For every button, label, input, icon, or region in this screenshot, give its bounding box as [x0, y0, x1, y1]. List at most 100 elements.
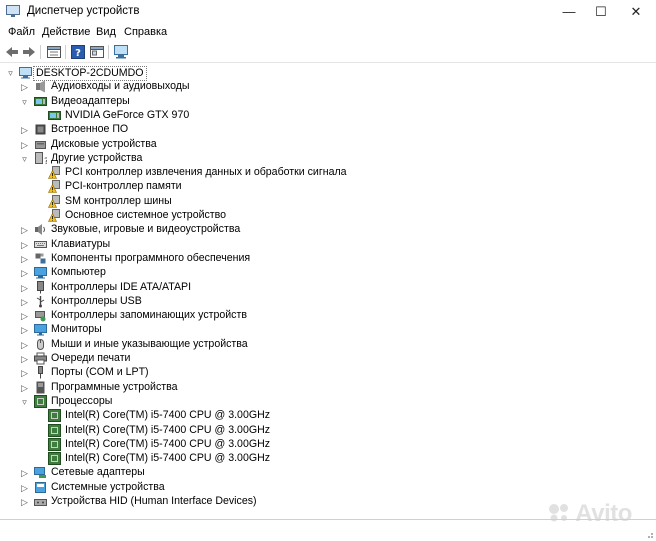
computer-icon [34, 267, 47, 279]
expand-arrow-icon[interactable]: ▷ [20, 81, 29, 93]
svg-text:?: ? [75, 48, 81, 59]
forward-icon[interactable] [21, 44, 37, 60]
resize-grip-icon[interactable] [644, 529, 654, 539]
tree-category[interactable]: ▷ Устройства HID (Human Interface Devices… [0, 495, 600, 509]
expand-arrow-icon[interactable]: ▷ [20, 482, 29, 494]
back-icon[interactable] [4, 44, 20, 60]
close-button[interactable]: ✕ [614, 0, 656, 24]
collapse-arrow-icon[interactable]: ▿ [20, 153, 29, 165]
display-adapter-icon [48, 110, 61, 120]
tree-category[interactable]: ▷ Звуковые, игровые и видеоустройства [0, 223, 600, 237]
collapse-arrow-icon[interactable]: ▿ [20, 96, 29, 108]
tree-device[interactable]: NVIDIA GeForce GTX 970 [0, 109, 600, 123]
tree-device[interactable]: Intel(R) Core(TM) i5-7400 CPU @ 3.00GHz [0, 423, 600, 438]
tree-device[interactable]: PCI контроллер извлечения данных и обраб… [0, 166, 600, 180]
collapse-arrow-icon[interactable]: ▿ [6, 67, 15, 79]
tree-item-label: Другие устройства [51, 151, 143, 164]
expand-arrow-icon[interactable]: ▷ [20, 339, 29, 351]
collapse-arrow-icon[interactable]: ▿ [20, 396, 29, 408]
display-adapter-icon [34, 96, 47, 106]
tree-category[interactable]: ▷ Клавиатуры [0, 238, 600, 252]
processor-icon [48, 423, 61, 437]
tree-category[interactable]: ▿? Другие устройства [0, 151, 600, 166]
tree-category[interactable]: ▷ Компоненты программного обеспечения [0, 252, 600, 266]
svg-text:?: ? [44, 157, 47, 165]
other-devices-icon: ? [35, 151, 47, 165]
help-icon[interactable]: ? [70, 44, 86, 60]
hid-icon [34, 499, 47, 506]
expand-arrow-icon[interactable]: ▷ [20, 496, 29, 508]
tree-device[interactable]: Intel(R) Core(TM) i5-7400 CPU @ 3.00GHz [0, 409, 600, 423]
tree-category[interactable]: ▿ Процессоры [0, 394, 600, 409]
tree-category[interactable]: ▷ Порты (COM и LPT) [0, 366, 600, 380]
tree-category[interactable]: ▷ Встроенное ПО [0, 123, 600, 137]
expand-arrow-icon[interactable]: ▷ [20, 367, 29, 379]
menu-file[interactable]: Файл [8, 26, 35, 38]
expand-arrow-icon[interactable]: ▷ [20, 310, 29, 322]
tree-category[interactable]: ▿ Видеоадаптеры [0, 95, 600, 109]
system-device-icon [35, 481, 46, 493]
expand-arrow-icon[interactable]: ▷ [20, 324, 29, 336]
expand-arrow-icon[interactable]: ▷ [20, 382, 29, 394]
scan-hardware-icon[interactable] [113, 44, 129, 60]
tree-item-label: Сетевые адаптеры [51, 466, 145, 479]
expand-arrow-icon[interactable]: ▷ [20, 296, 29, 308]
disk-drive-icon [35, 140, 46, 149]
expand-arrow-icon[interactable]: ▷ [20, 267, 29, 279]
expand-arrow-icon[interactable]: ▷ [20, 139, 29, 151]
watermark-text: Avito [575, 500, 632, 527]
tree-category[interactable]: ▷ Аудиовходы и аудиовыходы [0, 80, 600, 94]
menu-view[interactable]: Вид [96, 26, 116, 38]
tree-item-label: SM контроллер шины [65, 194, 172, 207]
tree-category[interactable]: ▷ Мыши и иные указывающие устройства [0, 338, 600, 352]
menu-action[interactable]: Действие [42, 26, 90, 38]
menu-help[interactable]: Справка [124, 26, 167, 38]
tree-category[interactable]: ▷ Системные устройства [0, 481, 600, 495]
expand-arrow-icon[interactable]: ▷ [20, 124, 29, 136]
tree-device[interactable]: Intel(R) Core(TM) i5-7400 CPU @ 3.00GHz [0, 452, 600, 466]
tree-category[interactable]: ▷ Программные устройства [0, 381, 600, 395]
expand-arrow-icon[interactable]: ▷ [20, 353, 29, 365]
tree-item-label: Порты (COM и LPT) [51, 366, 149, 379]
tree-item-label: Intel(R) Core(TM) i5-7400 CPU @ 3.00GHz [65, 437, 271, 450]
tree-device[interactable]: SM контроллер шины [0, 194, 600, 209]
ide-controller-icon [37, 280, 44, 293]
toolbar-separator [40, 45, 41, 59]
tree-item-label: Контроллеры IDE ATA/ATAPI [51, 280, 192, 293]
tree-device[interactable]: Intel(R) Core(TM) i5-7400 CPU @ 3.00GHz [0, 437, 600, 452]
tree-item-label: Intel(R) Core(TM) i5-7400 CPU @ 3.00GHz [65, 423, 271, 436]
toolbar: ? [0, 42, 656, 63]
tree-category[interactable]: ▷ Дисковые устройства [0, 138, 600, 152]
tree-root[interactable]: ▿ DESKTOP-2CDUMDO [0, 66, 600, 81]
tree-item-label: Системные устройства [51, 480, 165, 493]
tree-category[interactable]: ▷ Мониторы [0, 323, 600, 337]
expand-arrow-icon[interactable]: ▷ [20, 239, 29, 251]
tree-category[interactable]: ▷ Контроллеры запоминающих устройств [0, 309, 600, 323]
processor-icon [48, 437, 61, 451]
processor-icon [48, 409, 61, 423]
tree-category[interactable]: ▷ Контроллеры USB [0, 295, 600, 309]
tree-item-label: Программные устройства [51, 380, 178, 393]
tree-item-label: Мониторы [51, 323, 102, 336]
tree-category[interactable]: ▷ Сетевые адаптеры [0, 466, 600, 480]
device-view-icon[interactable] [46, 44, 62, 60]
tree-item-label: Intel(R) Core(TM) i5-7400 CPU @ 3.00GHz [65, 452, 271, 465]
expand-arrow-icon[interactable]: ▷ [20, 467, 29, 479]
tree-device[interactable]: Основное системное устройство [0, 209, 600, 223]
toolbar-separator [65, 45, 66, 59]
expand-arrow-icon[interactable]: ▷ [20, 224, 29, 236]
device-manager-icon [6, 5, 20, 17]
title-bar: Диспетчер устройств — ☐ ✕ [0, 0, 656, 24]
tree-category[interactable]: ▷ Очереди печати [0, 352, 600, 366]
monitor-icon [34, 324, 47, 336]
tree-category[interactable]: ▷ Компьютер [0, 266, 600, 280]
processor-icon [34, 394, 47, 408]
properties-icon[interactable] [89, 44, 105, 60]
port-icon [38, 366, 43, 379]
tree-item-label: Intel(R) Core(TM) i5-7400 CPU @ 3.00GHz [65, 409, 271, 422]
tree-category[interactable]: ▷ Контроллеры IDE ATA/ATAPI [0, 280, 600, 295]
expand-arrow-icon[interactable]: ▷ [20, 282, 29, 294]
expand-arrow-icon[interactable]: ▷ [20, 253, 29, 265]
toolbar-separator [108, 45, 109, 59]
tree-device[interactable]: PCI-контроллер памяти [0, 180, 600, 194]
